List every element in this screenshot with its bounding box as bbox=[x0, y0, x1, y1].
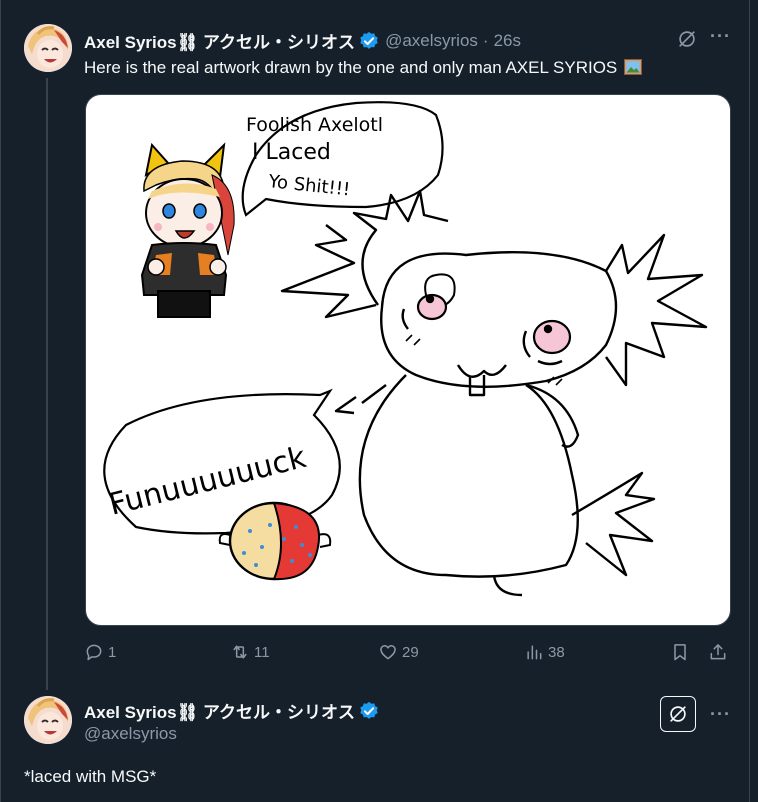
display-name[interactable]: Axel Syrios⛓ アクセル・シリオス bbox=[84, 698, 355, 723]
column-border-left bbox=[0, 0, 1, 802]
speech-line-1: Foolish Axelotl bbox=[246, 114, 383, 136]
avatar[interactable] bbox=[24, 696, 72, 744]
avatar-image bbox=[24, 24, 72, 72]
chibi-character bbox=[140, 142, 235, 318]
separator-dot: · bbox=[482, 30, 489, 50]
framed-picture-emoji-icon bbox=[624, 59, 642, 75]
verified-badge-icon[interactable] bbox=[359, 701, 379, 721]
grok-icon[interactable] bbox=[676, 28, 698, 50]
tweet-text-content: Here is the real artwork drawn by the on… bbox=[84, 58, 618, 77]
column-border-right bbox=[749, 0, 750, 802]
bookmark-button[interactable] bbox=[670, 642, 694, 662]
like-button[interactable]: 29 bbox=[378, 642, 419, 662]
bookmark-icon bbox=[674, 644, 686, 661]
grok-button[interactable] bbox=[660, 696, 696, 732]
views-icon bbox=[527, 645, 542, 660]
tweet-header: Axel Syrios⛓ アクセル・シリオス @axelsyrios · 26s bbox=[84, 28, 521, 53]
like-count: 29 bbox=[402, 643, 419, 661]
reply-icon bbox=[86, 644, 102, 661]
more-icon[interactable]: ··· bbox=[710, 26, 731, 47]
artwork-drawing: Foolish Axelotl I Laced Yo Shit!!! Funuu… bbox=[103, 101, 708, 597]
tweet-text: Here is the real artwork drawn by the on… bbox=[84, 57, 642, 79]
handle[interactable]: @axelsyrios bbox=[84, 724, 177, 744]
views-button[interactable]: 38 bbox=[524, 642, 565, 662]
share-button[interactable] bbox=[708, 642, 732, 662]
tweet-actions: 1 11 29 38 bbox=[84, 642, 734, 668]
display-name[interactable]: Axel Syrios⛓ アクセル・シリオス bbox=[84, 28, 355, 53]
tweet-header: Axel Syrios⛓ アクセル・シリオス bbox=[84, 698, 385, 723]
repost-button[interactable]: 11 bbox=[230, 642, 270, 662]
speech-line-2: I Laced bbox=[252, 140, 331, 165]
share-icon bbox=[710, 644, 726, 660]
reply-button[interactable]: 1 bbox=[84, 642, 116, 662]
msg-pot-drawing bbox=[218, 501, 332, 581]
like-icon bbox=[380, 645, 396, 660]
thread-connector-line bbox=[46, 78, 48, 690]
grok-icon bbox=[670, 706, 686, 722]
views-count: 38 bbox=[548, 643, 565, 661]
timestamp[interactable]: 26s bbox=[494, 31, 521, 51]
handle[interactable]: @axelsyrios bbox=[385, 31, 478, 51]
avatar[interactable] bbox=[24, 24, 72, 72]
reply-count: 1 bbox=[108, 643, 117, 661]
tweet-text: *laced with MSG* bbox=[24, 767, 157, 786]
verified-badge-icon[interactable] bbox=[359, 31, 379, 51]
tweet-media-image[interactable]: Foolish Axelotl I Laced Yo Shit!!! Funuu… bbox=[85, 94, 731, 626]
repost-icon bbox=[233, 645, 247, 659]
axolotl-drawing bbox=[280, 189, 708, 597]
avatar-image bbox=[24, 696, 72, 744]
speech-line-3: Yo Shit!!! bbox=[266, 171, 351, 201]
more-icon[interactable]: ··· bbox=[710, 704, 731, 725]
repost-count: 11 bbox=[254, 643, 270, 661]
